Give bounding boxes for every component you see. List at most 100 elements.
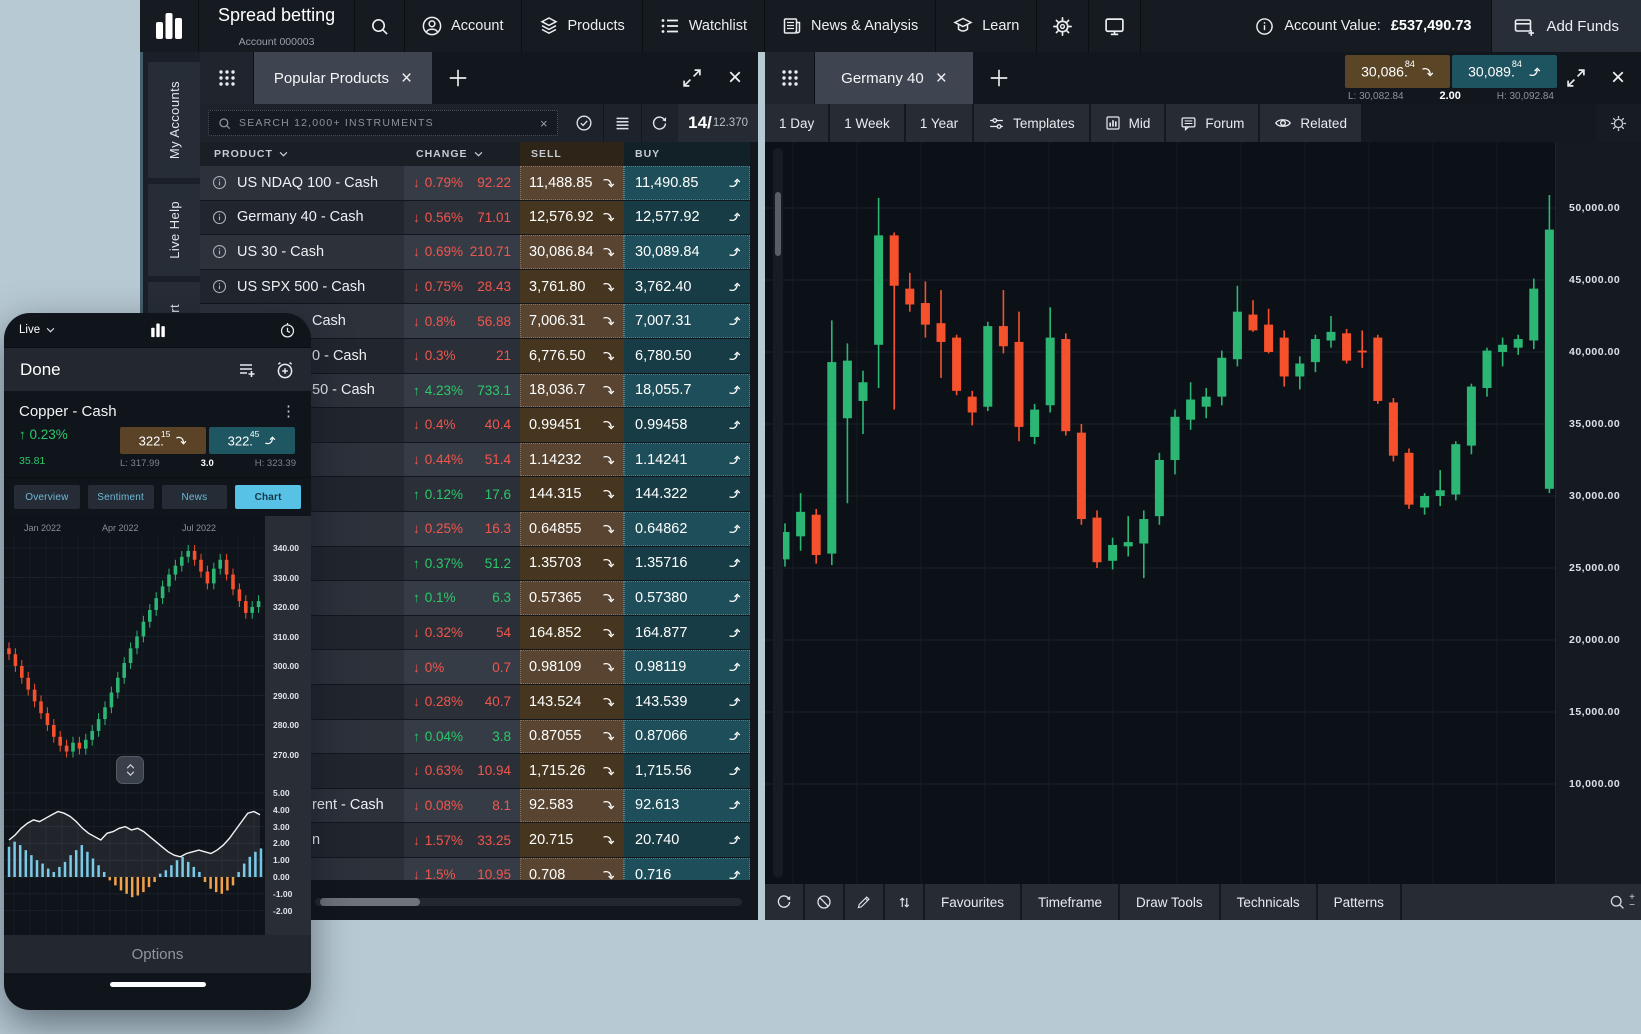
sort-updown-button[interactable] [885,884,923,920]
buy-cell[interactable]: 18,055.7 [624,374,750,408]
reset-chart-button[interactable] [765,884,803,920]
create-alert-button[interactable] [275,360,295,380]
instrument-search-input[interactable]: SEARCH 12,000+ INSTRUMENTS × [208,110,558,136]
timeframe-1week-button[interactable]: 1 Week [830,104,904,142]
environment-selector[interactable]: Live [19,324,55,336]
column-header-change[interactable]: CHANGE [404,142,520,166]
account-value[interactable]: Account Value: £537,490.73 [1235,0,1491,52]
buy-cell[interactable]: 1.35716 [624,547,750,581]
add-tab-button[interactable] [973,52,1025,104]
patterns-button[interactable]: Patterns [1318,884,1400,920]
refresh-button[interactable] [641,104,679,142]
buy-cell[interactable]: 0.64862 [624,512,750,546]
product-cell[interactable]: Germany 40 - Cash [200,201,404,235]
table-row[interactable]: US NDAQ 100 - Cash↓0.79%92.2211,488.8511… [200,166,758,200]
sell-cell[interactable]: 0.64855 [520,512,624,546]
forum-button[interactable]: Forum [1166,104,1258,142]
sell-cell[interactable]: 144.315 [520,477,624,511]
buy-cell[interactable]: 12,577.92 [624,201,750,235]
buy-cell[interactable]: 20.740 [624,823,750,857]
favourites-button[interactable]: Favourites [925,884,1020,920]
sell-cell[interactable]: 0.708 [520,858,624,880]
apps-grid-button[interactable] [200,52,254,104]
column-header-buy[interactable]: BUY [624,142,750,166]
filter-verified-button[interactable] [566,104,604,142]
timeframe-button[interactable]: Timeframe [1022,884,1118,920]
screen-layout-button[interactable] [1088,0,1140,52]
draw-button[interactable] [845,884,883,920]
home-indicator[interactable] [4,973,311,1003]
buy-cell[interactable]: 7,007.31 [624,304,750,338]
buy-cell[interactable]: 30,089.84 [624,235,750,269]
settings-button[interactable] [1036,0,1088,52]
sell-cell[interactable]: 6,776.50 [520,339,624,373]
related-button[interactable]: Related [1260,104,1361,142]
product-cell[interactable]: US SPX 500 - Cash [200,270,404,304]
buy-price-button[interactable]: 30,089.84 [1452,55,1557,88]
sell-cell[interactable]: 0.99451 [520,408,624,442]
sell-cell[interactable]: 1.14232 [520,443,624,477]
buy-cell[interactable]: 144.322 [624,477,750,511]
search-button[interactable] [354,0,404,52]
sell-cell[interactable]: 92.583 [520,789,624,823]
tab-news[interactable]: News [162,485,228,509]
close-panel-button[interactable]: × [712,52,758,104]
sidebar-tab-live-help[interactable]: Live Help [148,184,200,276]
sell-cell[interactable]: 12,576.92 [520,201,624,235]
sell-cell[interactable]: 18,036.7 [520,374,624,408]
buy-cell[interactable]: 1.14241 [624,443,750,477]
disable-tool-button[interactable] [805,884,843,920]
buy-cell[interactable]: 164.877 [624,616,750,650]
sell-price-button[interactable]: 30,086.84 [1345,55,1450,88]
tab-sentiment[interactable]: Sentiment [88,485,154,509]
tab-overview[interactable]: Overview [14,485,80,509]
sell-cell[interactable]: 11,488.85 [520,166,624,200]
sell-cell[interactable]: 30,086.84 [520,235,624,269]
price-axis[interactable]: 50,000.0045,000.0040,000.0035,000.0030,0… [1555,142,1641,884]
sell-cell[interactable]: 7,006.31 [520,304,624,338]
buy-cell[interactable]: 11,490.85 [624,166,750,200]
phone-chart-area[interactable]: Jan 2022Apr 2022Jul 2022 340.00330.00320… [4,516,311,935]
mid-price-button[interactable]: Mid [1091,104,1165,142]
table-row[interactable]: Germany 40 - Cash↓0.56%71.0112,576.9212,… [200,201,758,235]
product-cell[interactable]: US NDAQ 100 - Cash [200,166,404,200]
clock-icon[interactable] [279,322,296,339]
tab-close-icon[interactable]: × [401,69,412,88]
buy-cell[interactable]: 1,715.56 [624,754,750,788]
expand-panel-button[interactable] [1557,52,1595,104]
sell-cell[interactable]: 20.715 [520,823,624,857]
sidebar-tab-my-accounts[interactable]: My Accounts [148,62,200,178]
sell-cell[interactable]: 164.852 [520,616,624,650]
nav-news[interactable]: News & Analysis [764,0,935,52]
kebab-menu-icon[interactable]: ⋮ [281,402,296,420]
sell-cell[interactable]: 1.35703 [520,547,624,581]
vertical-scrollbar[interactable] [773,148,783,878]
table-row[interactable]: US 30 - Cash↓0.69%210.7130,086.8430,089.… [200,235,758,269]
apps-grid-button[interactable] [765,52,815,104]
buy-cell[interactable]: 0.98119 [624,650,750,684]
list-view-button[interactable] [603,104,641,142]
buy-cell[interactable]: 0.57380 [624,581,750,615]
sell-cell[interactable]: 143.524 [520,685,624,719]
sell-cell[interactable]: 0.87055 [520,720,624,754]
sell-cell[interactable]: 0.57365 [520,581,624,615]
timeframe-1day-button[interactable]: 1 Day [765,104,828,142]
clear-search-icon[interactable]: × [540,116,548,131]
buy-cell[interactable]: 6,780.50 [624,339,750,373]
nav-learn[interactable]: Learn [935,0,1036,52]
buy-price-button[interactable]: 322.45 [209,427,295,454]
sell-cell[interactable]: 0.98109 [520,650,624,684]
horizontal-scrollbar[interactable] [315,898,742,906]
buy-cell[interactable]: 92.613 [624,789,750,823]
nav-products[interactable]: Products [521,0,642,52]
close-panel-button[interactable]: × [1595,52,1641,104]
done-button[interactable]: Done [20,360,61,380]
options-bar[interactable]: Options [4,935,311,973]
nav-watchlist[interactable]: Watchlist [642,0,764,52]
chart-zoom-controls[interactable]: +− [1402,884,1641,920]
templates-button[interactable]: Templates [974,104,1089,142]
column-header-product[interactable]: PRODUCT [200,142,404,166]
tab-popular-products[interactable]: Popular Products × [254,52,432,104]
tab-chart[interactable]: Chart [235,485,301,509]
zoom-out-icon[interactable]: − [1629,902,1635,910]
